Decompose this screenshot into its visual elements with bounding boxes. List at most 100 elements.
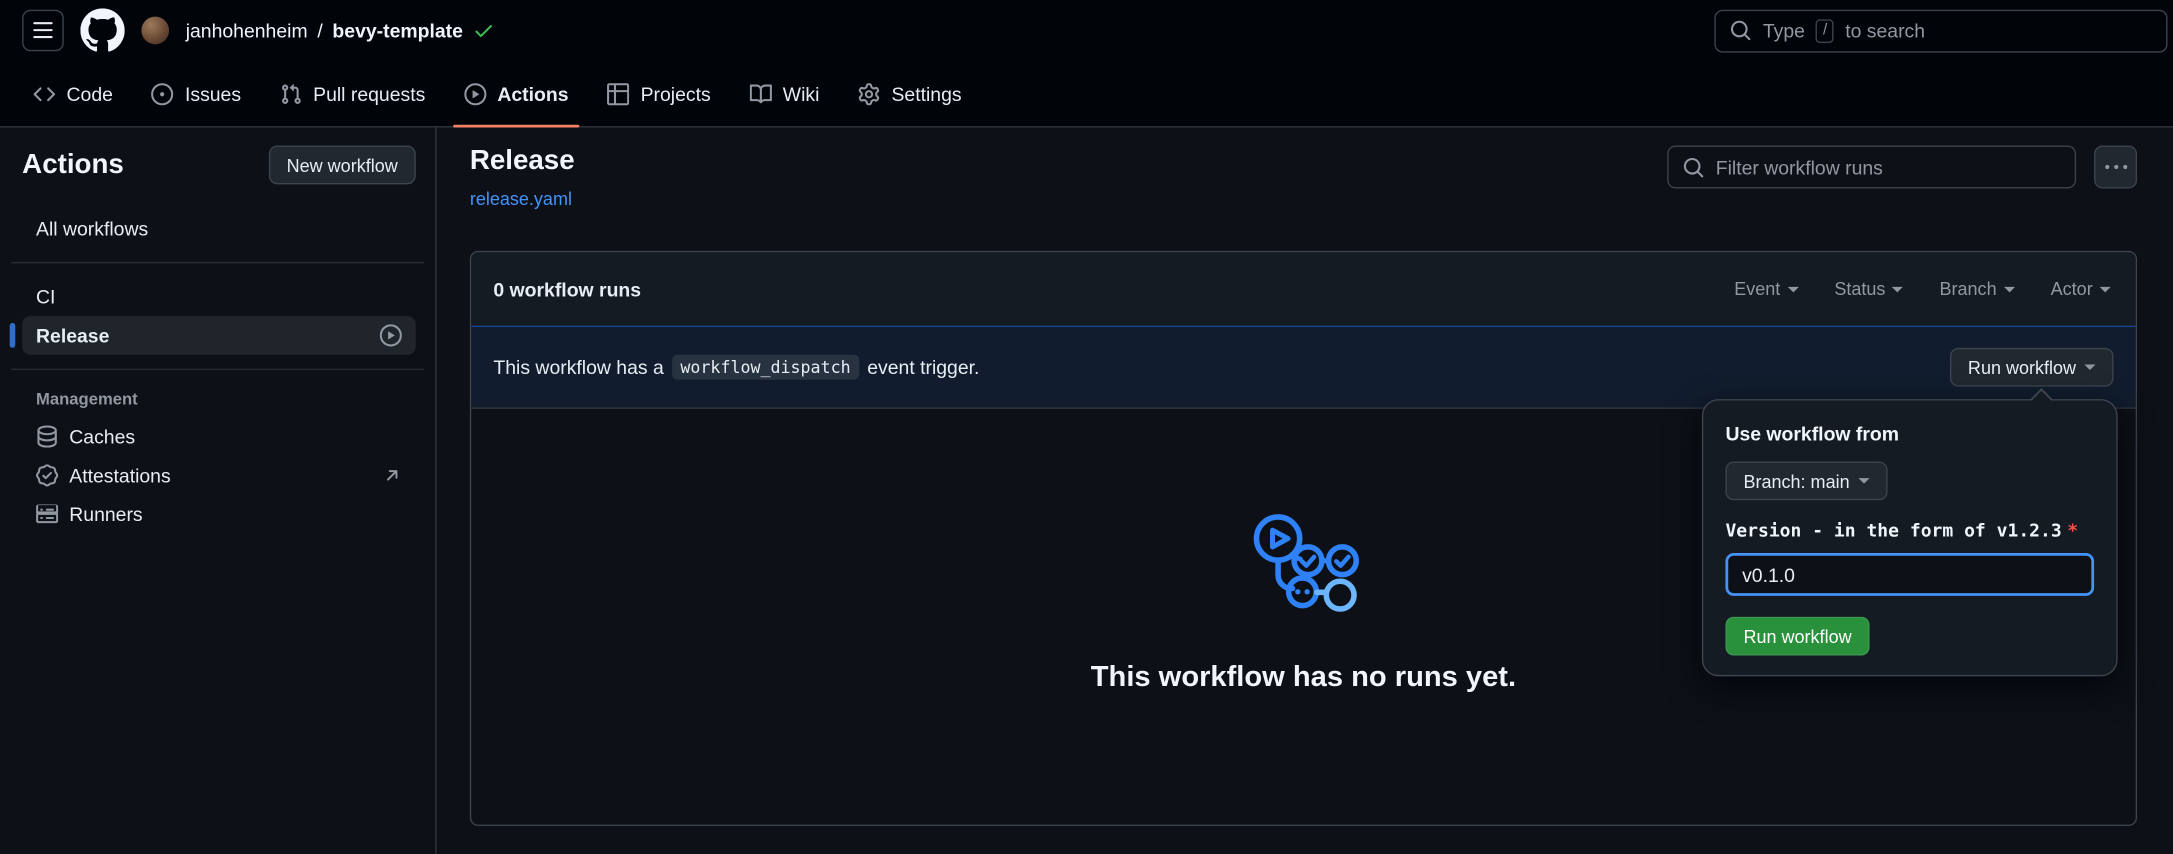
sidebar-item-release[interactable]: Release [22,316,416,355]
banner-text: This workflow has a workflow_dispatch ev… [493,355,979,380]
tab-wiki[interactable]: Wiki [736,61,834,126]
version-field-label: Version - in the form of v1.2.3 * [1725,521,2094,542]
run-workflow-dropdown-button[interactable]: Run workflow [1950,348,2114,387]
chevron-down-icon [1858,478,1869,484]
banner-text-after: event trigger. [867,356,979,378]
popover-title: Use workflow from [1725,423,2094,445]
tab-pull-requests[interactable]: Pull requests [266,61,439,126]
search-placeholder-suffix: to search [1845,19,1925,41]
tab-label: Settings [891,82,961,104]
tab-actions[interactable]: Actions [450,61,582,126]
workflow-graph-illustration [1245,511,1361,616]
issue-opened-icon [152,82,174,104]
tab-label: Wiki [783,82,820,104]
breadcrumb-repo-link[interactable]: bevy-template [332,19,462,41]
filter-label: Actor [2051,279,2093,300]
banner-text-before: This workflow has a [493,356,663,378]
tab-label: Issues [185,82,241,104]
sidebar-item-runners[interactable]: Runners [22,495,416,534]
run-workflow-label: Run workflow [1968,357,2076,378]
top-nav: janhohenheim / bevy-template Type / to s… [0,0,2173,61]
sidebar-item-label: Caches [69,425,135,447]
workflow-file-link[interactable]: release.yaml [470,188,572,209]
verified-badge-icon [36,464,58,486]
tab-label: Projects [641,82,711,104]
tab-issues[interactable]: Issues [138,61,255,126]
actor-filter-dropdown[interactable]: Actor [2051,279,2111,300]
chevron-down-icon [2100,286,2111,292]
version-input[interactable] [1725,553,2094,596]
tab-code[interactable]: Code [19,61,126,126]
sidebar-section-management: Management [22,389,416,408]
workflow-options-button[interactable] [2094,146,2137,189]
filter-placeholder: Filter workflow runs [1716,156,1883,178]
search-icon [1730,19,1752,41]
sidebar-item-attestations[interactable]: Attestations [22,456,416,495]
banner-code: workflow_dispatch [672,355,859,380]
branch-filter-dropdown[interactable]: Branch [1940,279,2015,300]
server-icon [36,503,58,525]
hamburger-menu-button[interactable] [22,10,64,52]
run-workflow-submit-button[interactable]: Run workflow [1725,617,1869,656]
filter-label: Event [1734,279,1780,300]
sidebar-item-label: Runners [69,503,142,525]
user-avatar[interactable] [141,17,169,45]
breadcrumb-separator: / [317,19,322,41]
kebab-icon [2104,156,2126,178]
sidebar-divider [11,262,424,263]
filter-label: Status [1834,279,1885,300]
empty-state-message: This workflow has no runs yet. [1091,661,1516,694]
github-actions-page: janhohenheim / bevy-template Type / to s… [0,0,2173,854]
tab-projects[interactable]: Projects [593,61,724,126]
external-link-arrow-icon [383,466,402,485]
tab-settings[interactable]: Settings [844,61,975,126]
sidebar-item-label: Attestations [69,464,170,486]
sidebar-item-label: All workflows [36,218,148,240]
slash-key-icon: / [1816,19,1834,43]
breadcrumb-owner-link[interactable]: janhohenheim [186,19,308,41]
database-icon [36,425,58,447]
git-pull-request-icon [280,82,302,104]
sidebar-item-caches[interactable]: Caches [22,417,416,456]
chevron-down-icon [2004,286,2015,292]
branch-selector-button[interactable]: Branch: main [1725,462,1887,501]
actions-sidebar: Actions New workflow All workflows CI Re… [0,128,437,854]
version-label-text: Version - in the form of v1.2.3 [1725,521,2061,542]
gear-icon [858,82,880,104]
sidebar-title: Actions [22,149,124,181]
sidebar-item-all-workflows[interactable]: All workflows [22,209,416,248]
chevron-down-icon [2084,364,2095,370]
new-workflow-button[interactable]: New workflow [269,146,416,185]
run-workflow-popover: Use workflow from Branch: main Version -… [1702,399,2118,676]
sidebar-item-label: CI [36,285,55,307]
status-filter-dropdown[interactable]: Status [1834,279,1903,300]
book-icon [749,82,771,104]
search-placeholder-prefix: Type [1763,19,1805,41]
runs-list-header: 0 workflow runs Event Status Branch Acto… [471,252,2135,325]
chevron-down-icon [1892,286,1903,292]
filter-workflow-runs-input[interactable]: Filter workflow runs [1667,146,2076,189]
breadcrumb: janhohenheim / bevy-template [186,19,495,41]
sidebar-item-label: Release [36,324,109,346]
global-search-input[interactable]: Type / to search [1714,9,2167,52]
search-icon [1682,156,1704,178]
sidebar-item-ci[interactable]: CI [22,277,416,316]
page-title: Release [470,146,575,178]
repo-tab-bar: Code Issues Pull requests Actions Projec… [0,61,2173,128]
tab-label: Code [67,82,113,104]
branch-selector-label: Branch: main [1743,471,1849,492]
workflow-dispatch-banner: This workflow has a workflow_dispatch ev… [471,326,2135,409]
tab-label: Actions [497,82,568,104]
play-icon [380,324,402,346]
check-icon [473,19,495,41]
code-icon [33,82,55,104]
filter-label: Branch [1940,279,1997,300]
github-logo-icon[interactable] [80,8,124,52]
sidebar-divider [11,369,424,370]
runs-count: 0 workflow runs [493,278,641,300]
chevron-down-icon [1787,286,1798,292]
table-icon [607,82,629,104]
event-filter-dropdown[interactable]: Event [1734,279,1798,300]
required-asterisk: * [2067,521,2078,542]
play-icon [464,82,486,104]
